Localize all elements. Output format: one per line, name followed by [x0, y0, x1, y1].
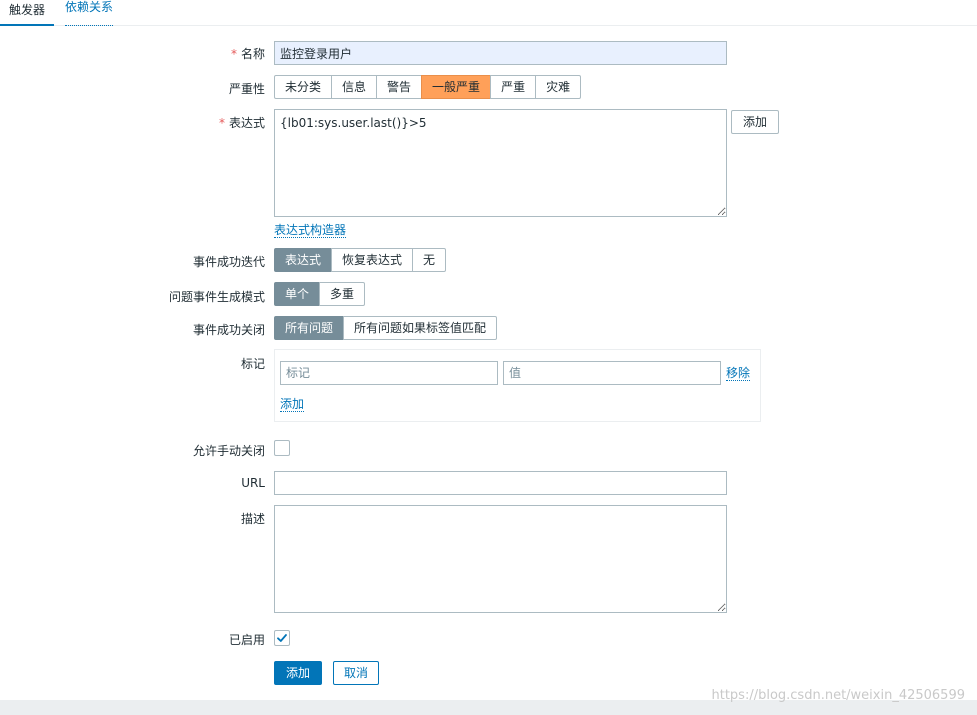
ok-event-generation-segment: 表达式 恢复表达式 无: [274, 248, 447, 272]
severity-segment: 未分类 信息 警告 一般严重 严重 灾难: [274, 75, 582, 99]
severity-not-classified[interactable]: 未分类: [274, 75, 333, 99]
tag-add-link[interactable]: 添加: [280, 397, 305, 412]
problem-mode-single[interactable]: 单个: [274, 282, 321, 306]
expression-textarea[interactable]: {lb01:sys.user.last()}>5: [274, 109, 727, 217]
description-label: 描述: [240, 512, 265, 526]
cancel-button[interactable]: 取消: [333, 661, 380, 685]
ok-event-generation-label: 事件成功迭代: [192, 255, 265, 269]
ok-event-close-segment: 所有问题 所有问题如果标签值匹配: [274, 316, 498, 340]
ok-event-recovery-expression[interactable]: 恢复表达式: [331, 248, 414, 272]
expression-label: * 表达式: [219, 114, 265, 131]
tag-value-input[interactable]: [503, 361, 721, 385]
tab-dependencies[interactable]: 依赖关系: [65, 0, 114, 26]
tab-trigger[interactable]: 触发器: [0, 0, 54, 26]
problem-mode-segment: 单个 多重: [274, 282, 366, 306]
expression-builder-link[interactable]: 表达式构造器: [274, 223, 347, 238]
problem-mode-label: 问题事件生成模式: [168, 290, 265, 304]
tag-name-input[interactable]: [280, 361, 498, 385]
severity-label: 严重性: [228, 82, 265, 96]
ok-close-all-problems[interactable]: 所有问题: [274, 316, 345, 340]
required-mark: *: [218, 116, 225, 130]
enabled-checkbox[interactable]: [274, 630, 290, 646]
tab-bar: 触发器 依赖关系: [0, 0, 977, 26]
url-input[interactable]: [274, 471, 727, 495]
ok-event-none[interactable]: 无: [412, 248, 447, 272]
tag-remove-link[interactable]: 移除: [726, 366, 751, 381]
submit-add-button[interactable]: 添加: [274, 661, 323, 685]
manual-close-checkbox[interactable]: [274, 440, 290, 456]
severity-high[interactable]: 严重: [490, 75, 537, 99]
tags-label: 标记: [240, 357, 265, 371]
ok-event-expression[interactable]: 表达式: [274, 248, 333, 272]
url-label: URL: [241, 476, 265, 490]
severity-disaster[interactable]: 灾难: [535, 75, 582, 99]
expression-add-button[interactable]: 添加: [731, 110, 780, 134]
problem-mode-multiple[interactable]: 多重: [319, 282, 366, 306]
name-label-text: 名称: [240, 47, 265, 61]
enabled-label: 已启用: [228, 633, 265, 647]
name-label: * 名称: [231, 45, 265, 62]
ok-event-close-label: 事件成功关闭: [192, 323, 265, 337]
expression-label-text: 表达式: [228, 116, 265, 130]
tags-container: [274, 349, 761, 422]
description-textarea[interactable]: [274, 505, 727, 613]
severity-information[interactable]: 信息: [331, 75, 378, 99]
check-icon: [277, 634, 287, 642]
severity-warning[interactable]: 警告: [376, 75, 423, 99]
ok-close-tag-match[interactable]: 所有问题如果标签值匹配: [343, 316, 498, 340]
watermark: https://blog.csdn.net/weixin_42506599: [711, 688, 965, 703]
manual-close-label: 允许手动关闭: [192, 444, 265, 458]
name-input[interactable]: [274, 41, 727, 65]
required-mark: *: [230, 47, 237, 61]
severity-average[interactable]: 一般严重: [421, 75, 492, 99]
